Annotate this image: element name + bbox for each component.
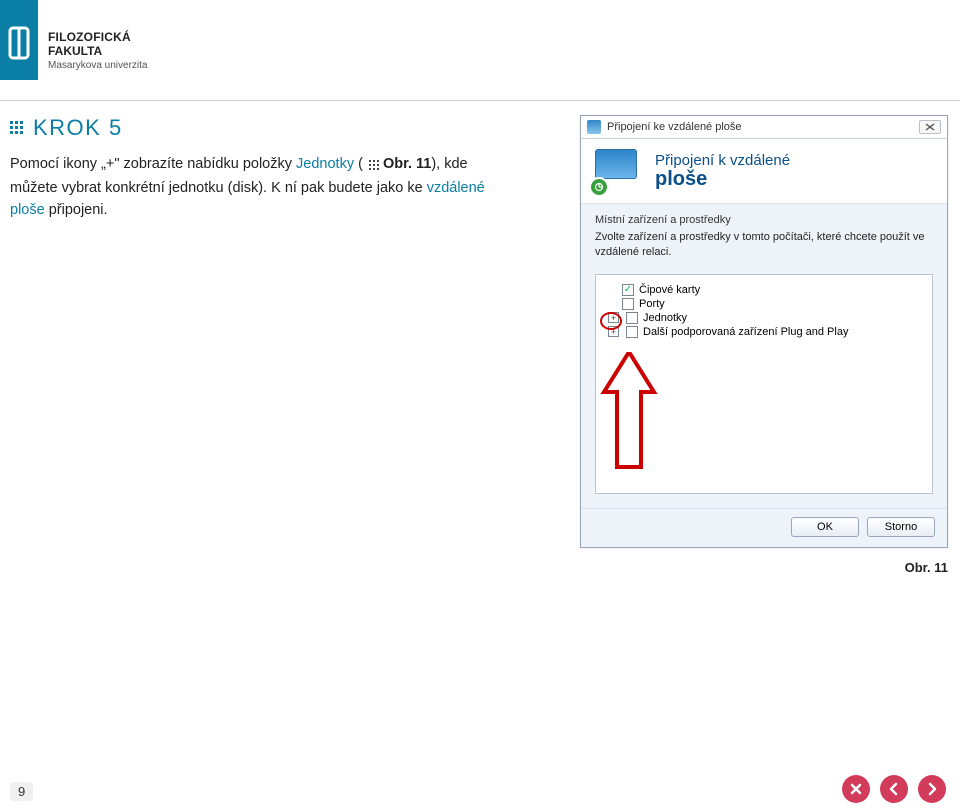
tree-row-jednotky[interactable]: + Jednotky <box>604 311 924 325</box>
inline-dots-icon <box>369 156 381 178</box>
dots-icon <box>10 121 26 135</box>
p-text-d: připojeni. <box>45 202 108 218</box>
close-button[interactable] <box>919 120 941 134</box>
p-text-a: Pomocí ikony „+" zobrazíte nabídku polož… <box>10 156 296 172</box>
checkbox-icon[interactable] <box>626 312 638 324</box>
tree-label: Čipové karty <box>639 284 700 296</box>
rdp-badge-icon <box>589 177 609 197</box>
dialog-heading: Připojení k vzdálené ploše <box>655 152 790 189</box>
tree-label: Další podporovaná zařízení Plug and Play <box>643 326 848 338</box>
dialog-titlebar: Připojení ke vzdálené ploše <box>581 116 947 139</box>
logo-text: FILOZOFICKÁ FAKULTA Masarykova univerzit… <box>38 0 147 80</box>
checkbox-icon[interactable] <box>626 326 638 338</box>
annotation-arrow <box>594 352 664 472</box>
dialog-section: Místní zařízení a prostředky Zvolte zaří… <box>581 204 947 264</box>
dialog-title: Připojení ke vzdálené ploše <box>607 121 742 133</box>
nav-next-button[interactable] <box>918 775 946 803</box>
dialog-window: Připojení ke vzdálené ploše Připojení k … <box>580 115 948 548</box>
dialog-heading-1: Připojení k vzdálené <box>655 152 790 169</box>
checkbox-checked-icon[interactable] <box>622 284 634 296</box>
checkbox-icon[interactable] <box>622 298 634 310</box>
tree-label: Porty <box>639 298 665 310</box>
dialog-button-row: OK Storno <box>581 508 947 547</box>
org-line1: FILOZOFICKÁ <box>48 30 147 44</box>
cancel-button[interactable]: Storno <box>867 517 935 537</box>
tree-label: Jednotky <box>643 312 687 324</box>
nav-prev-button[interactable] <box>880 775 908 803</box>
annotation-circle <box>600 312 622 330</box>
ok-button[interactable]: OK <box>791 517 859 537</box>
header-divider <box>0 100 960 101</box>
section-label: Místní zařízení a prostředky <box>595 214 933 226</box>
org-line2: FAKULTA <box>48 44 147 58</box>
p-text-b: ( <box>354 156 367 172</box>
page-number: 9 <box>10 782 33 801</box>
body-paragraph: Pomocí ikony „+" zobrazíte nabídku polož… <box>10 154 510 221</box>
nav-close-button[interactable] <box>842 775 870 803</box>
dialog-heading-2: ploše <box>655 169 790 189</box>
tree-row-dalsi[interactable]: + Další podporovaná zařízení Plug and Pl… <box>604 325 924 339</box>
dialog-header: Připojení k vzdálené ploše <box>581 139 947 204</box>
p-link-jednotky: Jednotky <box>296 156 354 172</box>
org-line3: Masarykova univerzita <box>48 60 147 71</box>
tree-row-porty[interactable]: Porty <box>604 297 924 311</box>
tree-row-cipove-karty[interactable]: Čipové karty <box>604 283 924 297</box>
p-ref: Obr. 11 <box>383 156 431 172</box>
nav-buttons <box>842 775 946 803</box>
logo-mark <box>0 0 38 80</box>
figure-caption: Obr. 11 <box>580 560 948 575</box>
rdp-small-icon <box>587 120 601 134</box>
section-subtext: Zvolte zařízení a prostředky v tomto poč… <box>595 230 933 260</box>
rdp-icon <box>595 149 643 191</box>
step-label: KROK 5 <box>33 115 123 141</box>
step-heading: KROK 5 <box>10 115 123 141</box>
page-logo: FILOZOFICKÁ FAKULTA Masarykova univerzit… <box>0 0 147 80</box>
